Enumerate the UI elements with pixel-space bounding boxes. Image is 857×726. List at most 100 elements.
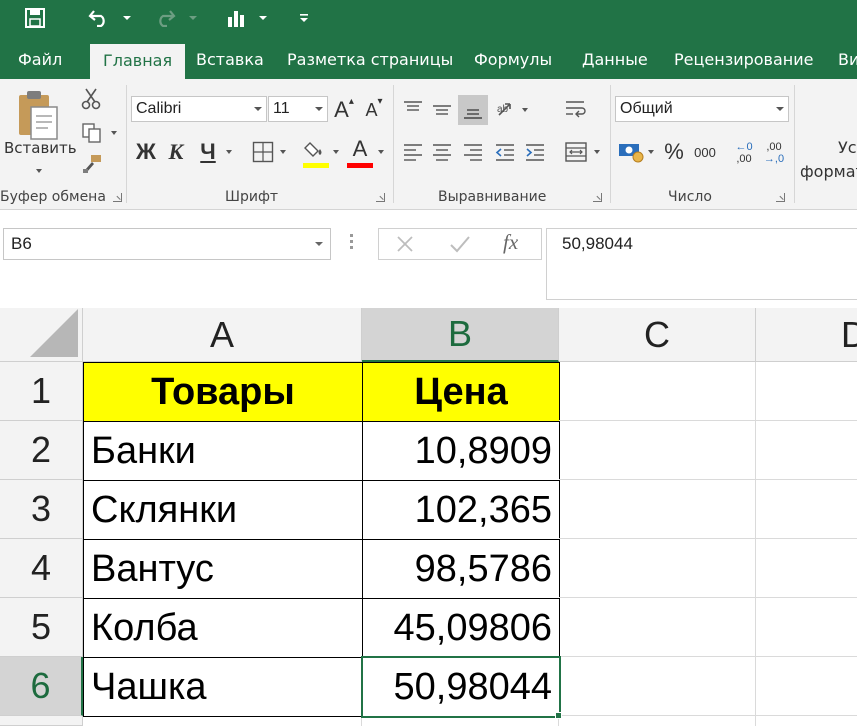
redo-icon[interactable] <box>150 0 180 36</box>
decrease-decimal-button[interactable]: ,00 →,0 <box>760 139 788 167</box>
font-launcher-icon[interactable] <box>376 193 385 202</box>
text-orientation-dropdown-icon[interactable] <box>522 108 528 112</box>
name-box[interactable]: B6 <box>3 228 331 260</box>
cell-a2[interactable]: Банки <box>83 421 363 481</box>
cell-b4[interactable]: 98,5786 <box>362 539 560 599</box>
cell-a4[interactable]: Вантус <box>83 539 363 599</box>
shrink-font-button[interactable]: A ▾ <box>362 95 386 125</box>
percent-style-button[interactable]: % <box>661 137 687 167</box>
alignment-launcher-icon[interactable] <box>593 193 602 202</box>
cell-d1[interactable] <box>756 362 857 421</box>
tab-view[interactable]: Ви <box>838 40 857 79</box>
tab-home[interactable]: Главная <box>90 44 186 79</box>
tab-page-layout[interactable]: Разметка страницы <box>287 40 453 79</box>
enter-icon[interactable] <box>449 234 471 258</box>
underline-button[interactable]: Ч <box>196 137 220 167</box>
cell-c6[interactable] <box>559 657 756 716</box>
formula-input[interactable]: 50,98044 <box>546 228 857 300</box>
column-header-b[interactable]: B <box>362 308 559 362</box>
font-size-select[interactable]: 11 <box>268 96 328 122</box>
merge-center-icon[interactable] <box>562 138 590 166</box>
cell-d3[interactable] <box>756 480 857 539</box>
align-left-icon[interactable] <box>400 138 426 166</box>
font-color-button[interactable]: A <box>346 135 374 163</box>
accounting-dropdown-icon[interactable] <box>648 150 654 154</box>
tab-file[interactable]: Файл <box>18 40 62 79</box>
cut-icon[interactable] <box>80 87 102 111</box>
increase-decimal-button[interactable]: ←0 ,00 <box>730 139 758 167</box>
cell-a3[interactable]: Склянки <box>83 480 363 540</box>
format-painter-icon[interactable] <box>80 152 104 176</box>
text-orientation-icon[interactable]: ab <box>494 96 520 124</box>
select-all-button[interactable] <box>0 308 83 362</box>
row-header-1[interactable]: 1 <box>0 362 83 421</box>
comma-style-button[interactable]: 000 <box>690 137 720 167</box>
font-color-dropdown-icon[interactable] <box>378 150 384 154</box>
align-center-icon[interactable] <box>429 138 455 166</box>
font-name-select[interactable]: Calibri <box>131 96 267 122</box>
underline-dropdown-icon[interactable] <box>226 150 232 154</box>
cell-b5[interactable]: 45,09806 <box>362 598 560 658</box>
cell-c3[interactable] <box>559 480 756 539</box>
formula-bar-grip-icon[interactable] <box>350 234 354 254</box>
row-header-4[interactable]: 4 <box>0 539 83 598</box>
column-header-c[interactable]: C <box>559 308 756 362</box>
align-middle-icon[interactable] <box>429 96 455 124</box>
redo-dropdown-icon[interactable] <box>186 0 200 36</box>
cell-a1[interactable]: Товары <box>83 362 363 422</box>
cell-c5[interactable] <box>559 598 756 657</box>
copy-dropdown-icon[interactable] <box>111 131 117 135</box>
cell-d5[interactable] <box>756 598 857 657</box>
cell-d7[interactable] <box>756 716 857 726</box>
paste-button-label[interactable]: Вставить <box>4 139 77 157</box>
name-box-dropdown-icon[interactable] <box>315 242 323 246</box>
row-header-5[interactable]: 5 <box>0 598 83 657</box>
number-launcher-icon[interactable] <box>776 193 785 202</box>
tab-review[interactable]: Рецензирование <box>674 40 813 79</box>
chart-dropdown-icon[interactable] <box>256 0 270 36</box>
borders-icon[interactable] <box>250 139 276 165</box>
accounting-format-icon[interactable] <box>617 139 645 165</box>
row-header-7[interactable] <box>0 716 83 726</box>
cell-b1[interactable]: Цена <box>362 362 560 422</box>
cell-c7[interactable] <box>559 716 756 726</box>
cell-d2[interactable] <box>756 421 857 480</box>
italic-button[interactable]: К <box>164 137 188 167</box>
merge-dropdown-icon[interactable] <box>594 150 600 154</box>
cell-c4[interactable] <box>559 539 756 598</box>
chart-icon[interactable] <box>222 0 250 36</box>
tab-data[interactable]: Данные <box>582 40 648 79</box>
conditional-formatting-label-1[interactable]: Ус <box>838 138 857 157</box>
decrease-indent-icon[interactable] <box>492 138 518 166</box>
fill-color-dropdown-icon[interactable] <box>333 150 339 154</box>
clipboard-launcher-icon[interactable] <box>113 193 122 202</box>
cell-a5[interactable]: Колба <box>83 598 363 658</box>
paste-dropdown-icon[interactable] <box>36 169 42 173</box>
conditional-formatting-label-2[interactable]: формат <box>800 162 857 181</box>
cell-b7[interactable] <box>362 716 559 726</box>
cell-d4[interactable] <box>756 539 857 598</box>
align-right-icon[interactable] <box>460 138 486 166</box>
bold-button[interactable]: Ж <box>134 137 158 167</box>
cell-b6[interactable]: 50,98044 <box>362 657 560 717</box>
copy-icon[interactable] <box>80 121 104 145</box>
paste-icon[interactable] <box>14 87 62 143</box>
fill-color-icon[interactable] <box>302 137 330 163</box>
column-header-d[interactable]: D <box>756 308 857 362</box>
row-header-6[interactable]: 6 <box>0 657 83 716</box>
cell-d6[interactable] <box>756 657 857 716</box>
cell-a6[interactable]: Чашка <box>83 657 363 717</box>
customize-qat-icon[interactable] <box>296 0 312 36</box>
cell-b2[interactable]: 10,8909 <box>362 421 560 481</box>
number-format-select[interactable]: Общий <box>615 96 789 122</box>
row-header-3[interactable]: 3 <box>0 480 83 539</box>
cell-a7[interactable] <box>83 716 362 726</box>
align-top-icon[interactable] <box>400 96 426 124</box>
column-header-a[interactable]: A <box>83 308 362 362</box>
grow-font-button[interactable]: A ▴ <box>332 95 356 125</box>
undo-dropdown-icon[interactable] <box>120 0 134 36</box>
save-icon[interactable] <box>18 0 52 36</box>
cell-c1[interactable] <box>559 362 756 421</box>
fill-handle[interactable] <box>555 712 562 719</box>
row-header-2[interactable]: 2 <box>0 421 83 480</box>
